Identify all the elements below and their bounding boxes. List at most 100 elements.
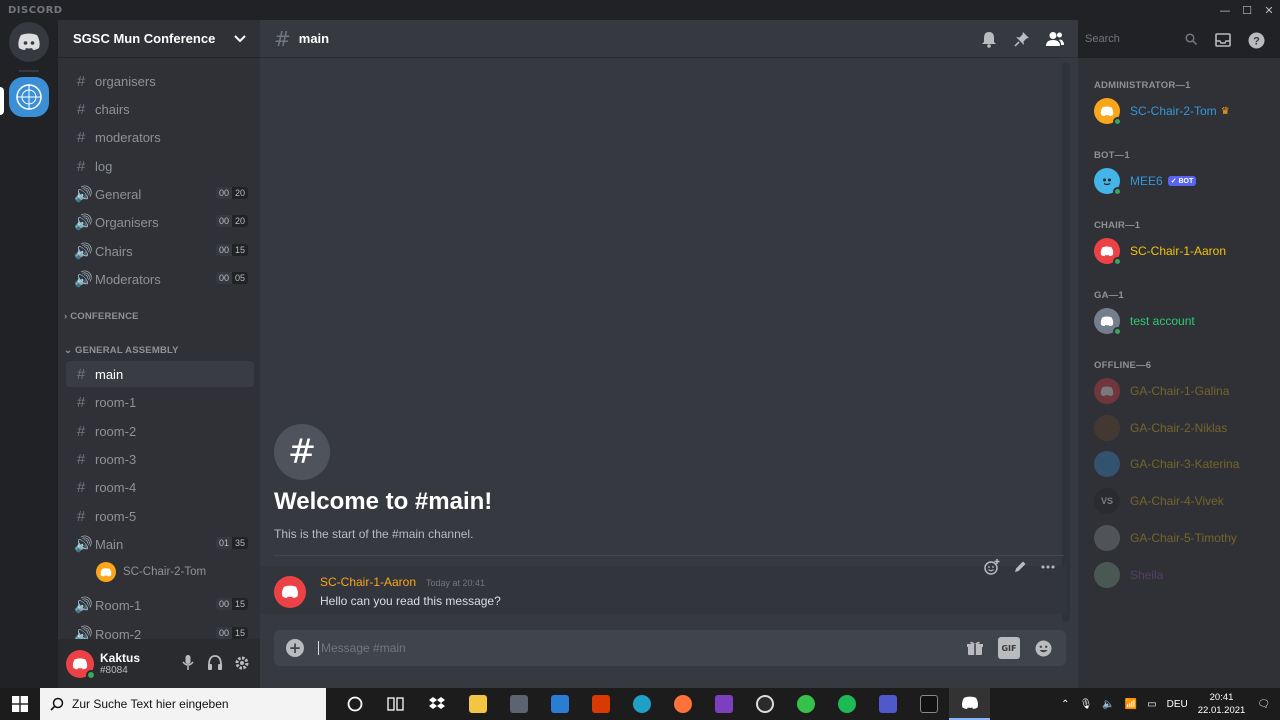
edit-pencil-icon[interactable] [1010,558,1030,576]
affinity-icon[interactable] [703,688,744,720]
channel-room-1[interactable]: # room-1 [66,389,254,415]
green-app-icon[interactable] [785,688,826,720]
member-sc-chair-2-tom[interactable]: SC-Chair-2-Tom ♛ [1094,96,1230,126]
scrollbar[interactable] [1062,62,1070,622]
language-indicator[interactable]: DEU [1167,699,1188,710]
channel-room-3[interactable]: # room-3 [66,446,254,472]
avatar [1094,378,1120,404]
voice-user[interactable]: SC-Chair-2-Tom [96,561,206,583]
minimize-icon[interactable]: — [1214,0,1236,20]
battery-icon[interactable]: ▭ [1147,699,1156,710]
headphones-icon[interactable] [206,654,223,671]
channel-chairs[interactable]: # chairs [66,96,254,122]
channel-main[interactable]: # main [66,361,254,387]
member-name: GA-Chair-2-Niklas [1130,421,1228,435]
avatar[interactable] [274,576,306,608]
channel-room-4[interactable]: # room-4 [66,474,254,500]
more-options-icon[interactable] [1038,558,1058,576]
app-tile [550,695,569,713]
cortana-icon[interactable] [334,688,375,720]
microphone-tray-icon[interactable]: 🎙 [1080,699,1093,710]
member-name: test account [1130,314,1195,328]
start-button[interactable] [0,688,40,720]
edge-icon[interactable] [621,688,662,720]
voice-channel-room-1[interactable]: 🔊 Room-1 00 15 [66,592,254,618]
user-count: 00 [215,627,232,639]
discord-logo-icon [1100,106,1114,116]
terminal-icon[interactable] [908,688,949,720]
server-icon-sgsc[interactable] [9,77,49,117]
voice-channel-general[interactable]: 🔊 General 00 20 [66,181,254,207]
mail-icon[interactable] [539,688,580,720]
add-reaction-icon[interactable] [982,558,1002,576]
close-icon[interactable]: ✕ [1258,0,1280,20]
voice-channel-organisers[interactable]: 🔊 Organisers 00 20 [66,209,254,235]
clock[interactable]: 20:41 22.01.2021 [1198,691,1246,717]
notifications-icon[interactable]: 🗨 [1257,699,1270,710]
discord-taskbar-icon[interactable] [949,688,990,720]
member-sheila[interactable]: Sheila [1094,560,1163,590]
spotify-icon[interactable] [826,688,867,720]
office-icon[interactable] [580,688,621,720]
taskbar-search-input[interactable] [72,697,312,711]
member-test-account[interactable]: test account [1094,306,1195,336]
category-conference[interactable]: › CONFERENCE [64,311,139,322]
message-author[interactable]: SC-Chair-1-Aaron [320,575,416,589]
obs-icon[interactable] [744,688,785,720]
speaker-icon: 🔊 [74,185,93,203]
user-count: 00 [215,244,232,256]
user-info: Kaktus #8084 [100,651,140,676]
category-general-assembly[interactable]: ⌄ GENERAL ASSEMBLY [64,345,179,356]
maximize-icon[interactable]: ☐ [1236,0,1258,20]
dropbox-icon[interactable] [416,688,457,720]
help-icon[interactable]: ? [1245,29,1267,51]
chevron-up-icon[interactable]: ⌃ [1061,699,1069,710]
member-ga-chair-1-galina[interactable]: GA-Chair-1-Galina [1094,376,1229,406]
channel-room-2[interactable]: # room-2 [66,418,254,444]
emoji-icon[interactable] [1032,637,1054,659]
search-input[interactable] [1085,33,1185,45]
voice-channel-moderators[interactable]: 🔊 Moderators 00 05 [66,266,254,292]
channel-moderators[interactable]: # moderators [66,124,254,150]
inbox-icon[interactable] [1212,29,1234,51]
taskbar-search[interactable] [40,688,326,720]
member-sc-chair-1-aaron[interactable]: SC-Chair-1-Aaron [1094,236,1226,266]
member-ga-chair-3-katerina[interactable]: GA-Chair-3-Katerina [1094,449,1239,479]
message-input[interactable] [318,641,964,655]
channel-organisers[interactable]: # organisers [66,68,254,94]
member-ga-chair-2-niklas[interactable]: GA-Chair-2-Niklas [1094,413,1227,443]
member-ga-chair-5-timothy[interactable]: GA-Chair-5-Timothy [1094,523,1237,553]
role-header: CHAIR—1 [1094,220,1141,231]
home-button[interactable] [9,22,49,62]
notification-bell-icon[interactable] [978,28,1000,50]
plus-icon[interactable]: + [286,639,304,657]
gif-picker-icon[interactable]: GIF [998,637,1020,659]
member-list-icon[interactable] [1044,28,1066,50]
settings-gear-icon[interactable] [233,654,250,671]
discord-logo-icon [1100,386,1114,396]
hash-icon: # [76,478,86,496]
volume-icon[interactable]: 🔈 [1102,699,1114,710]
member-mee6[interactable]: MEE6 ✓ BOT [1094,166,1197,196]
member-ga-chair-4-vivek[interactable]: VS GA-Chair-4-Vivek [1094,486,1224,516]
channel-log[interactable]: # log [66,153,254,179]
teams-icon[interactable] [867,688,908,720]
server-header[interactable]: SGSC Mun Conference [58,20,260,58]
task-view-icon[interactable] [375,688,416,720]
voice-channel-chairs[interactable]: 🔊 Chairs 00 15 [66,238,254,264]
user-count: 00 [215,598,232,610]
gift-icon[interactable] [964,637,986,659]
pin-icon[interactable] [1011,28,1033,50]
file-explorer-icon[interactable] [457,688,498,720]
firefox-icon[interactable] [662,688,703,720]
discord-logo-icon [1100,246,1114,256]
message[interactable]: SC-Chair-1-Aaron Today at 20:41 Hello ca… [260,559,1066,614]
avatar[interactable] [66,649,96,680]
voice-channel-main[interactable]: 🔊 Main 01 35 [66,531,254,557]
channel-room-5[interactable]: # room-5 [66,503,254,529]
clock-date: 22.01.2021 [1197,705,1246,716]
microphone-icon[interactable] [179,654,196,671]
wifi-icon[interactable]: 📶 [1125,699,1137,710]
store-icon[interactable] [498,688,539,720]
search-box[interactable] [1080,29,1208,49]
